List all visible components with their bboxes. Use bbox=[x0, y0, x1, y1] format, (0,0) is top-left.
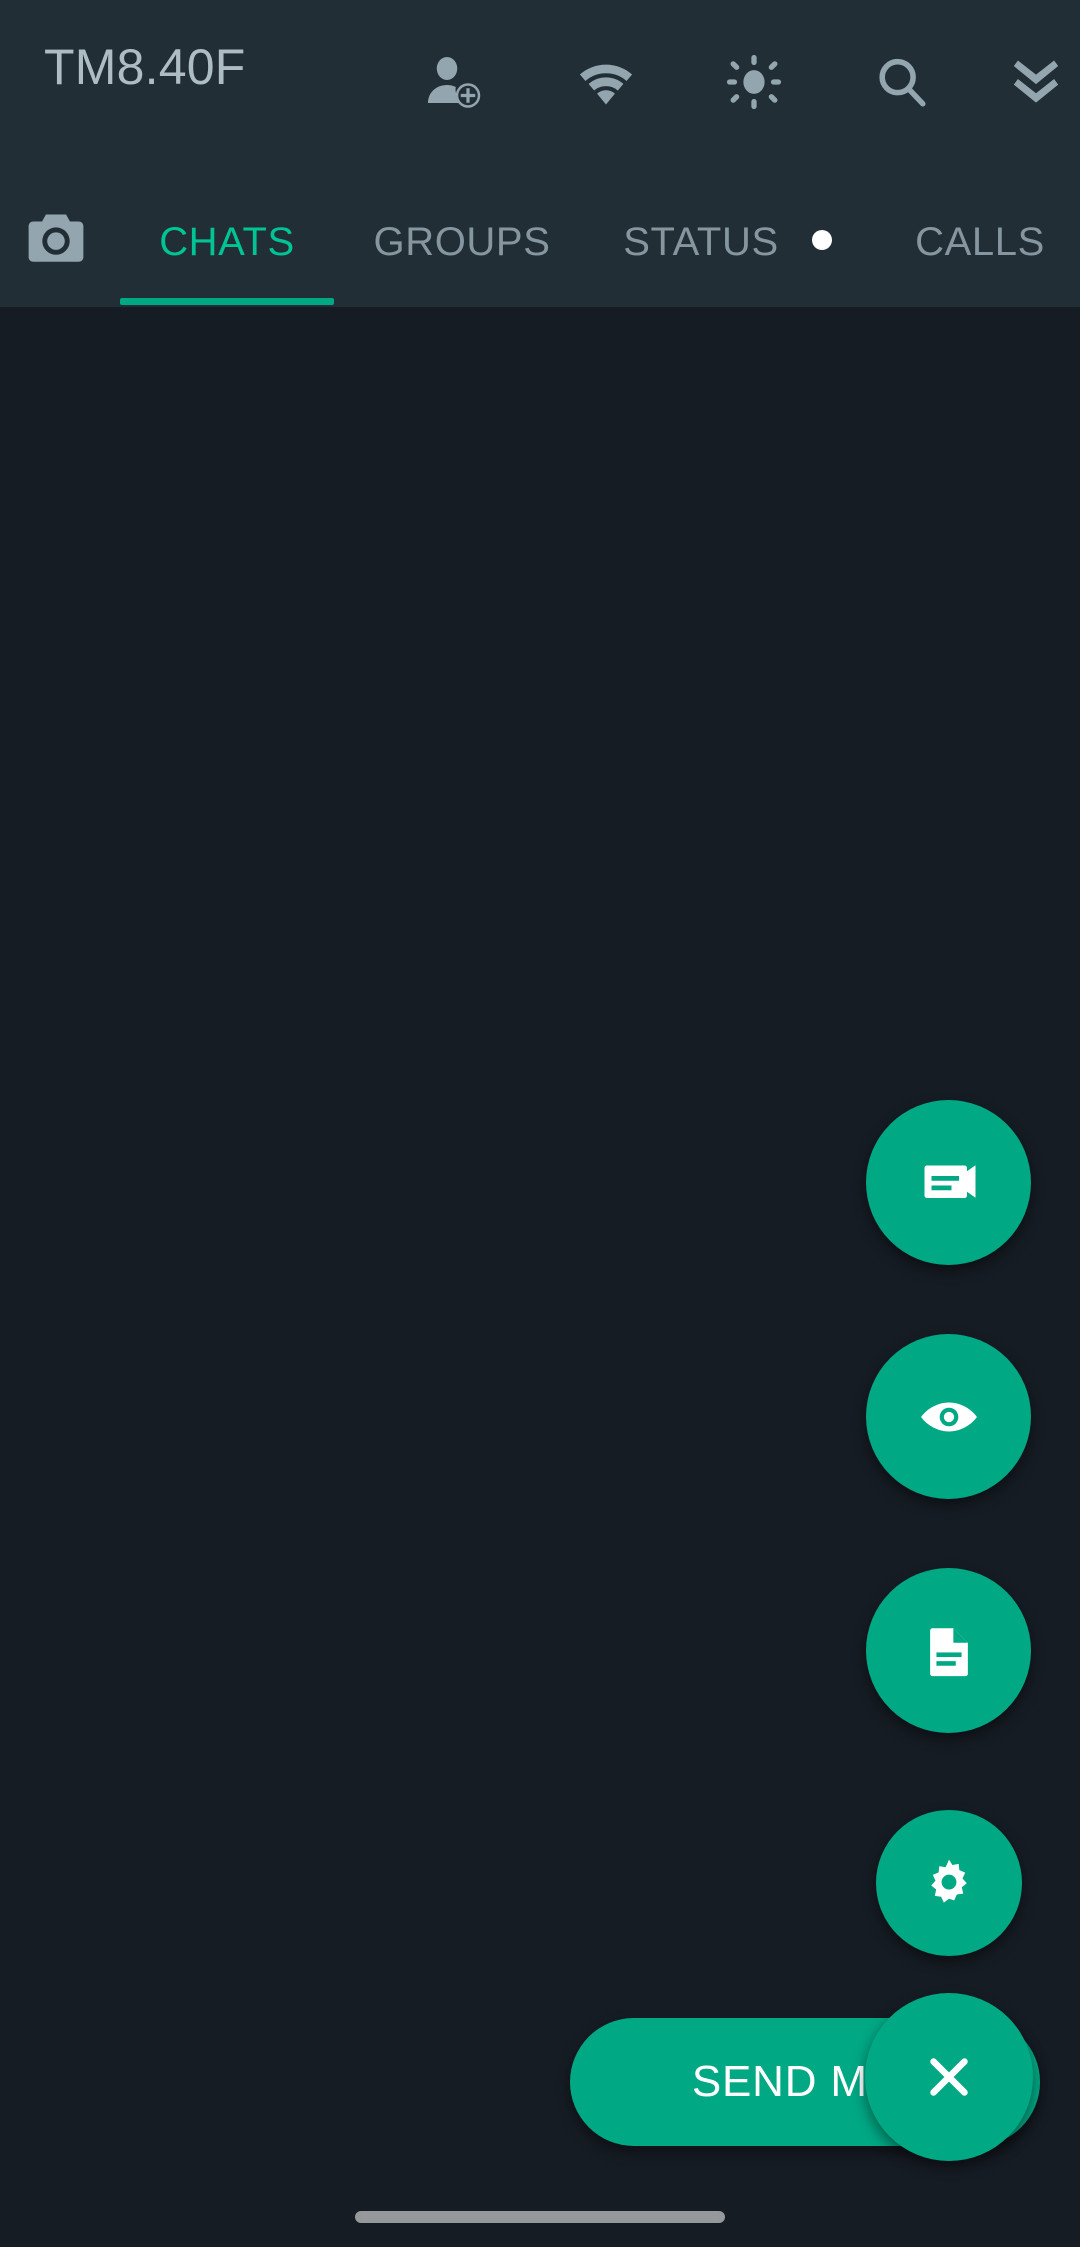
tab-status-label: STATUS bbox=[623, 219, 779, 264]
tab-calls-label: CALLS bbox=[915, 219, 1045, 264]
tab-status[interactable]: STATUS bbox=[606, 182, 796, 302]
active-tab-indicator bbox=[120, 298, 334, 305]
message-fab[interactable] bbox=[866, 1100, 1031, 1265]
tab-calls[interactable]: CALLS bbox=[880, 182, 1080, 302]
app-bar: TM8.40F bbox=[0, 0, 1080, 182]
tab-groups[interactable]: GROUPS bbox=[362, 182, 562, 302]
camera-icon[interactable] bbox=[22, 206, 90, 270]
double-chevron-down-icon[interactable] bbox=[1000, 46, 1072, 118]
view-fab[interactable] bbox=[866, 1334, 1031, 1499]
tab-chats-label: CHATS bbox=[159, 219, 295, 264]
add-person-icon[interactable] bbox=[418, 46, 490, 118]
app-screen: TM8.40F CHATS GROUPS STATUS CALLS SEND M… bbox=[0, 0, 1080, 2247]
close-fab[interactable] bbox=[865, 1993, 1033, 2161]
tab-chats[interactable]: CHATS bbox=[120, 182, 334, 302]
search-icon[interactable] bbox=[866, 46, 938, 118]
status-badge bbox=[812, 230, 832, 250]
chat-list-empty-area bbox=[0, 307, 1080, 2247]
tab-groups-label: GROUPS bbox=[373, 219, 551, 264]
wifi-icon[interactable] bbox=[570, 46, 642, 118]
brightness-icon[interactable] bbox=[718, 46, 790, 118]
page-title: TM8.40F bbox=[44, 39, 246, 95]
settings-fab[interactable] bbox=[876, 1810, 1022, 1956]
home-indicator[interactable] bbox=[355, 2211, 725, 2223]
tab-bar: CHATS GROUPS STATUS CALLS bbox=[0, 182, 1080, 307]
document-fab[interactable] bbox=[866, 1568, 1031, 1733]
